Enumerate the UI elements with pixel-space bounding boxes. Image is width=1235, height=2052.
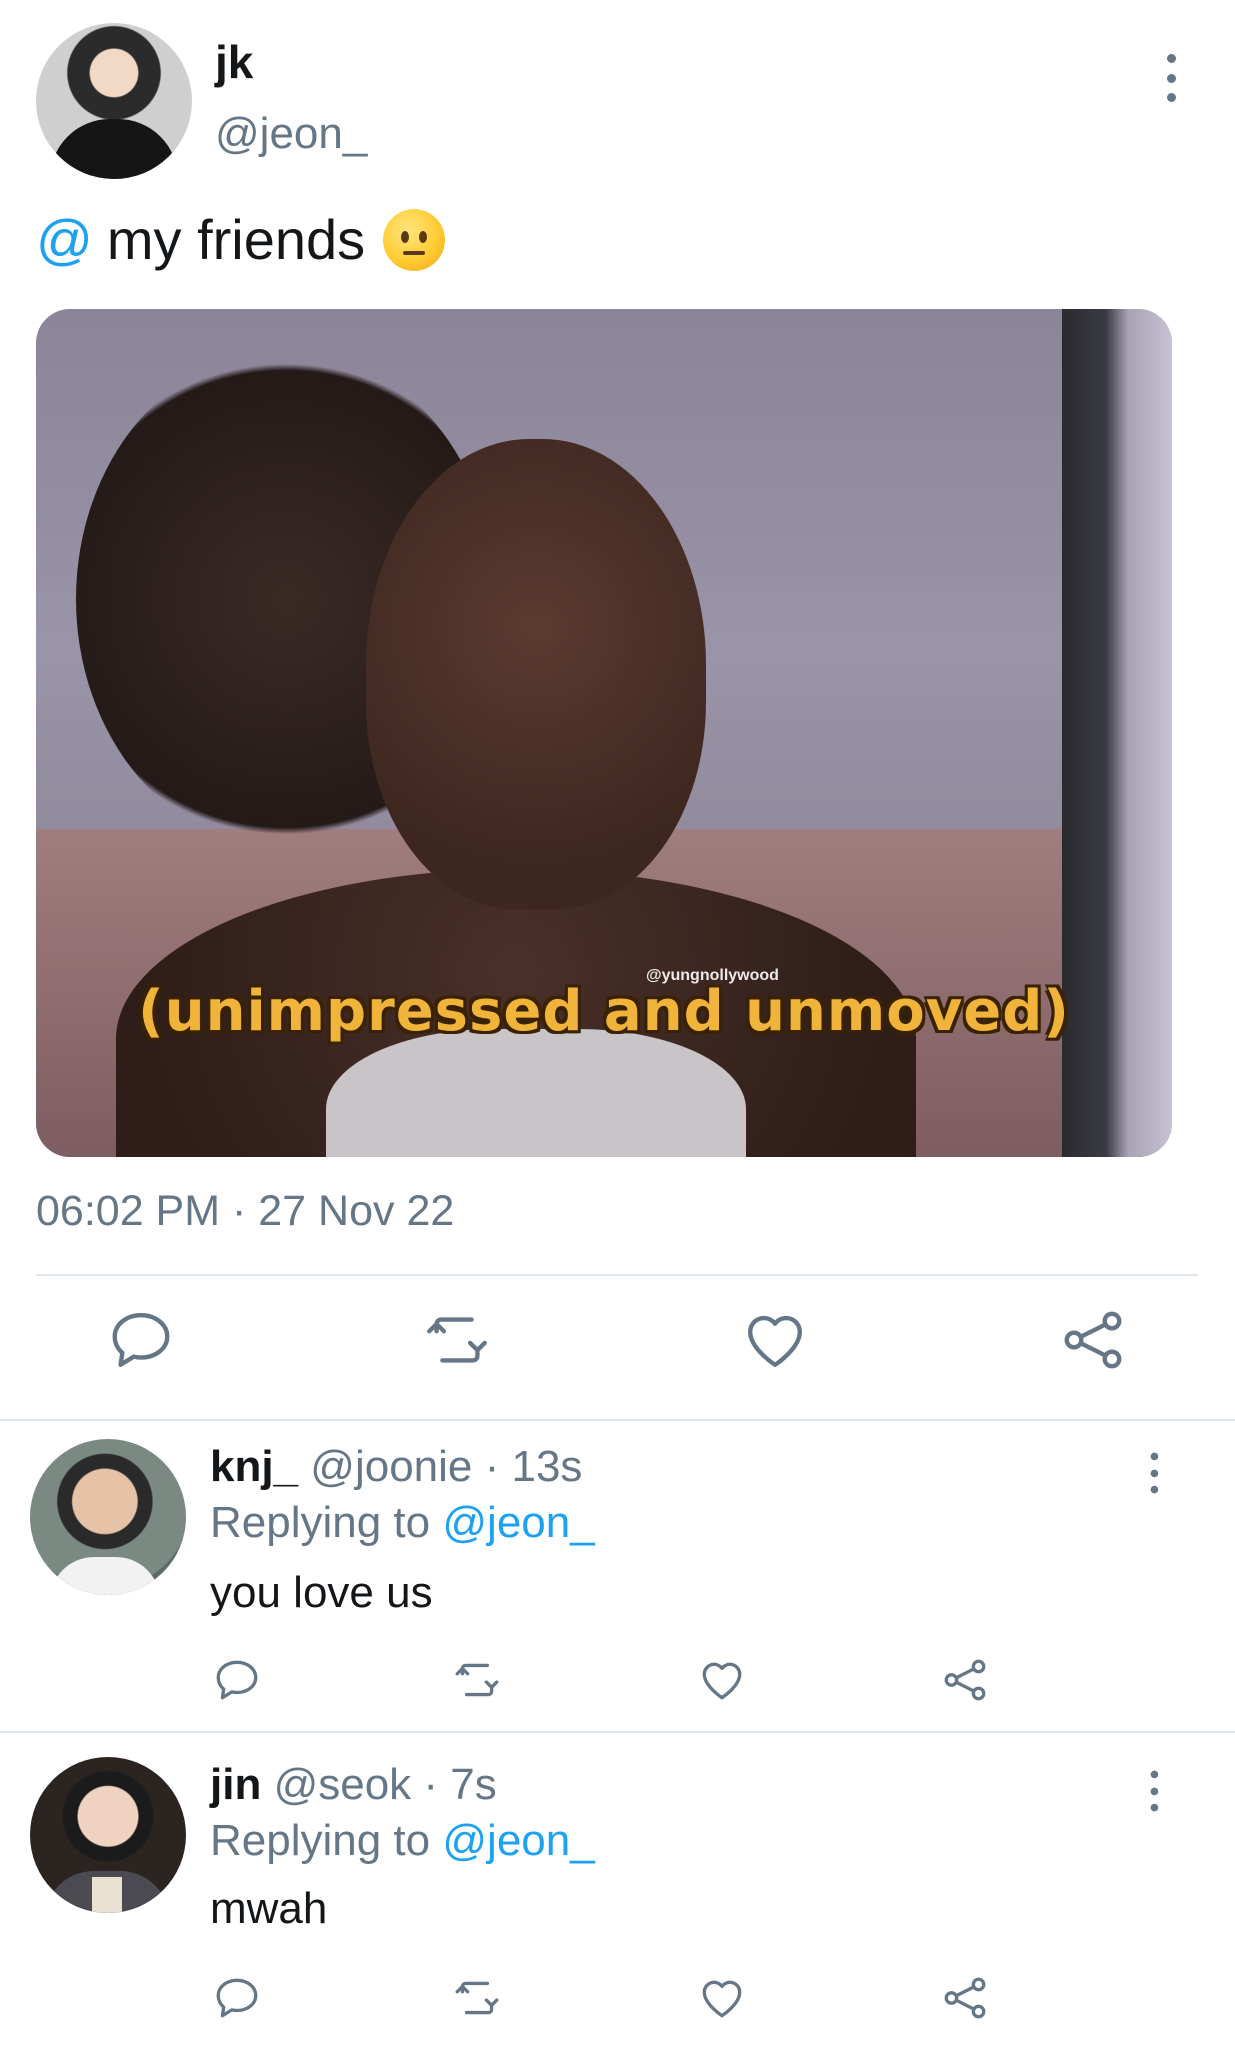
share-icon[interactable]: [1058, 1305, 1128, 1375]
tweet-mention[interactable]: @: [36, 205, 93, 275]
share-icon[interactable]: [940, 1655, 990, 1705]
like-heart-icon[interactable]: [697, 1973, 747, 2023]
reply-item[interactable]: jin @seok · 7s Replying to @jeon_ mwah: [0, 1733, 1235, 2052]
retweet-icon[interactable]: [452, 1973, 502, 2023]
reply-icon[interactable]: [106, 1305, 176, 1375]
tweet-timestamp[interactable]: 06:02 PM · 27 Nov 22: [36, 1186, 454, 1236]
replying-to: Replying to @jeon_: [210, 1815, 595, 1867]
media-caption: (unimpressed and unmoved): [138, 979, 1070, 1044]
reply-author-name[interactable]: knj_: [210, 1442, 298, 1491]
share-icon[interactable]: [940, 1973, 990, 2023]
tweet-media-image[interactable]: @yungnollywood (unimpressed and unmoved): [36, 309, 1172, 1157]
reply-handle-time: @seok · 7s: [273, 1760, 497, 1809]
more-options-icon[interactable]: [1144, 1770, 1164, 1812]
reply-meta: jin @seok · 7s: [210, 1759, 497, 1811]
replying-to-label: Replying to: [210, 1816, 431, 1865]
tweet-text: @ my friends: [36, 205, 446, 275]
replying-to-mention[interactable]: @jeon_: [442, 1498, 594, 1547]
retweet-icon[interactable]: [422, 1305, 492, 1375]
neutral-face-emoji-icon: [383, 209, 446, 271]
divider: [36, 1274, 1198, 1276]
reply-author-name[interactable]: jin: [210, 1760, 261, 1809]
author-avatar[interactable]: [36, 23, 192, 179]
reply-text: you love us: [210, 1568, 433, 1617]
reply-icon[interactable]: [212, 1973, 262, 2023]
retweet-icon[interactable]: [452, 1655, 502, 1705]
reply-icon[interactable]: [212, 1655, 262, 1705]
reply-meta: knj_ @joonie · 13s: [210, 1441, 582, 1493]
like-heart-icon[interactable]: [697, 1655, 747, 1705]
main-tweet: jk @jeon_ @ my friends @yungnollywood (u…: [0, 0, 1235, 1420]
like-heart-icon[interactable]: [740, 1305, 810, 1375]
tweet-body: my friends: [106, 208, 366, 271]
more-options-icon[interactable]: [1159, 54, 1183, 102]
reply-avatar[interactable]: [30, 1757, 186, 1913]
reply-text: mwah: [210, 1884, 328, 1933]
author-name[interactable]: jk: [215, 36, 253, 88]
reply-handle-time: @joonie · 13s: [310, 1442, 583, 1491]
reply-action-bar: [0, 1973, 1235, 2029]
reply-action-bar: [0, 1655, 1235, 1711]
more-options-icon[interactable]: [1144, 1452, 1164, 1494]
replying-to-mention[interactable]: @jeon_: [442, 1816, 594, 1865]
reply-item[interactable]: knj_ @joonie · 13s Replying to @jeon_ yo…: [0, 1421, 1235, 1731]
author-handle[interactable]: @jeon_: [215, 108, 367, 160]
reply-avatar[interactable]: [30, 1439, 186, 1595]
replying-to-label: Replying to: [210, 1498, 431, 1547]
tweet-action-bar: [0, 1305, 1235, 1395]
replying-to: Replying to @jeon_: [210, 1497, 595, 1549]
